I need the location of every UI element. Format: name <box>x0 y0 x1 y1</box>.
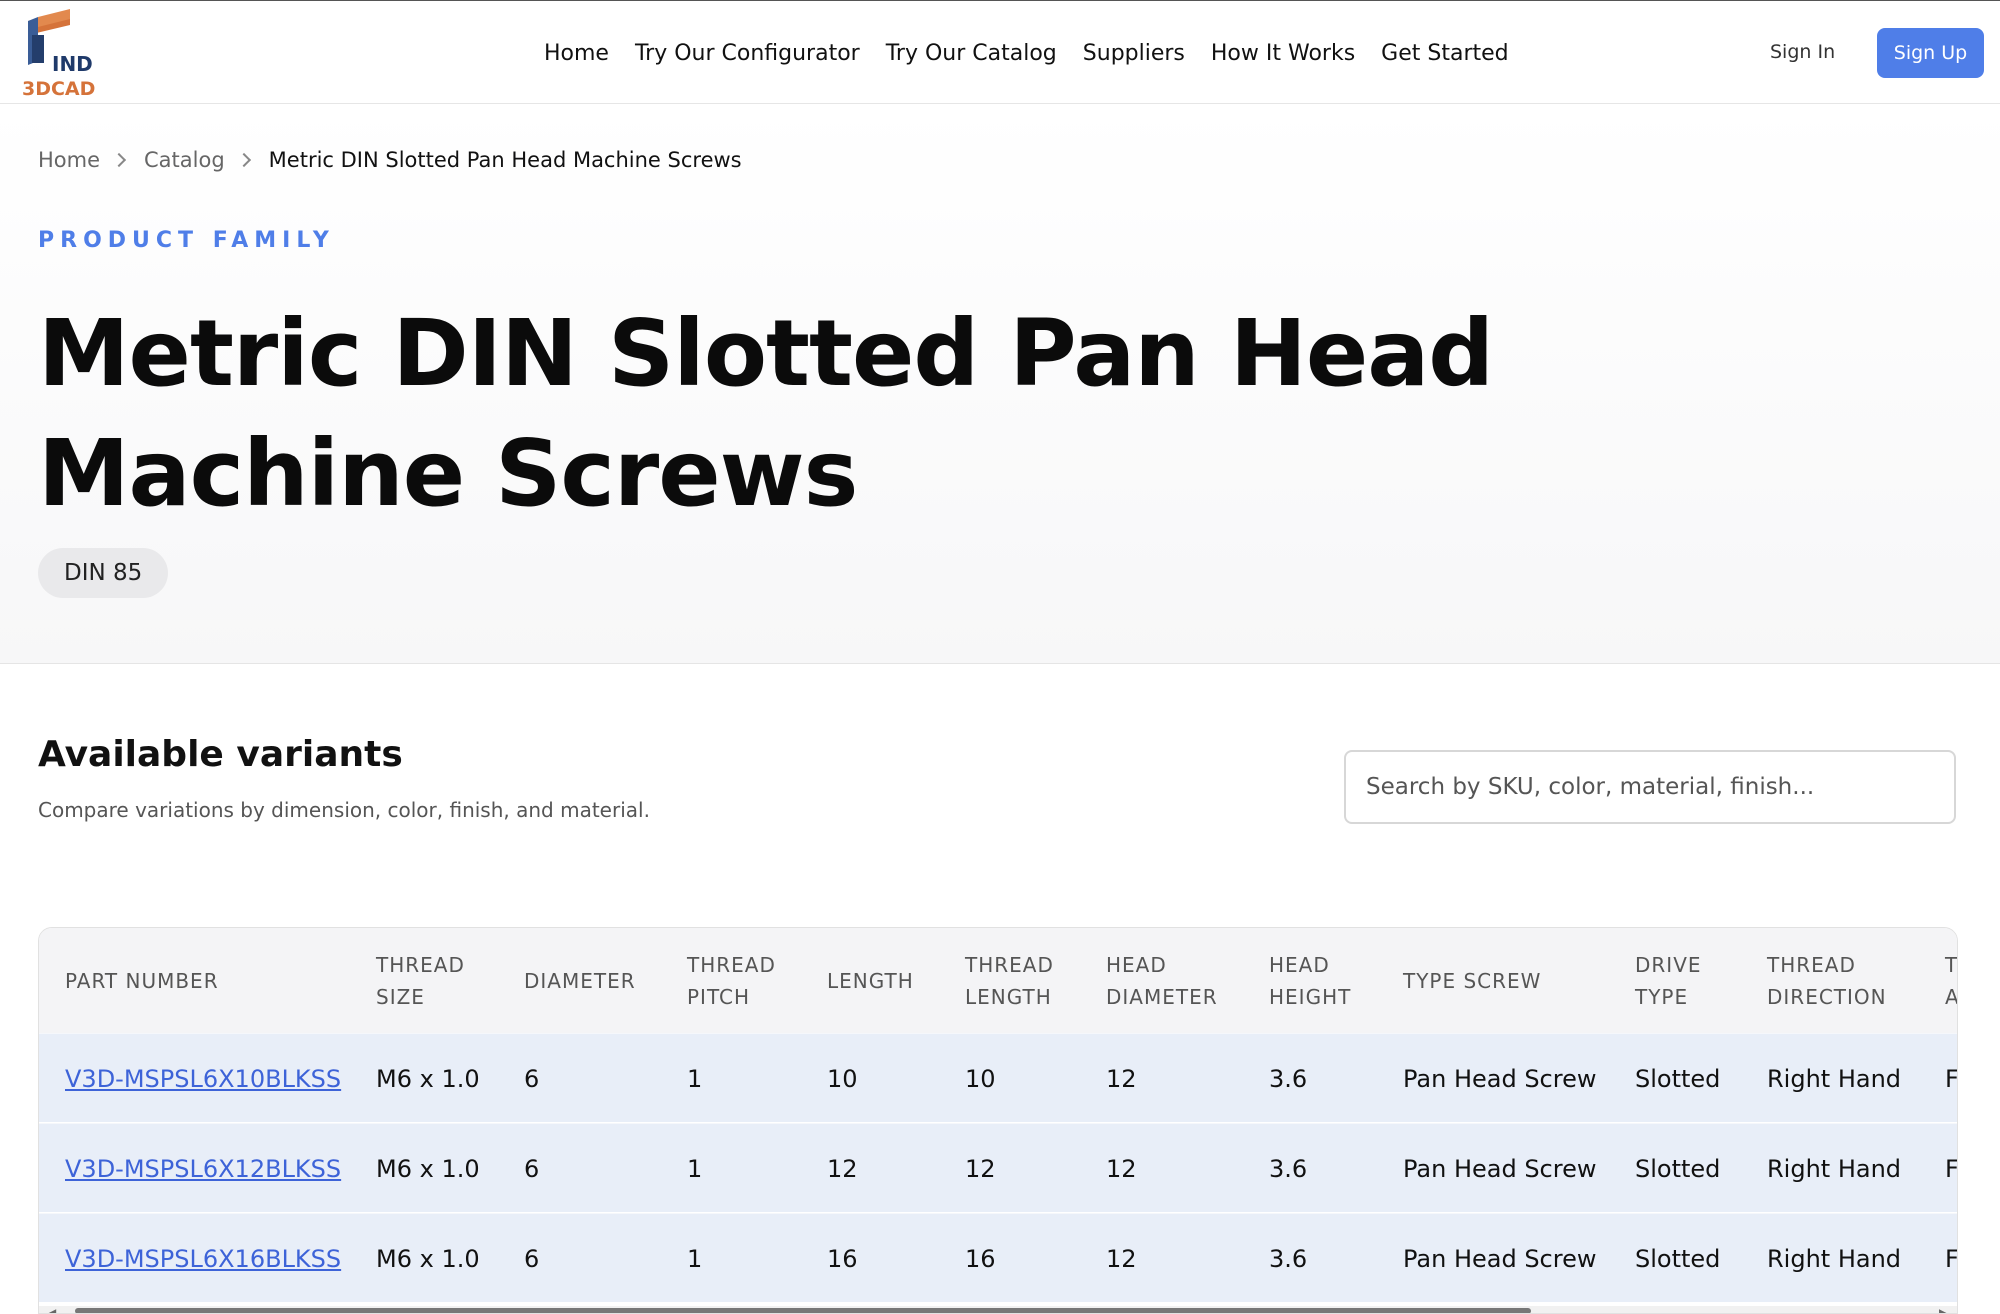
variant-search-input[interactable] <box>1344 750 1956 824</box>
col-truncated[interactable]: T A <box>1945 928 1957 1033</box>
variants-subtitle: Compare variations by dimension, color, … <box>38 798 650 822</box>
cell-thread-length: 10 <box>965 1064 996 1093</box>
sign-in-link[interactable]: Sign In <box>1770 41 1835 63</box>
cell-head-diameter: 12 <box>1106 1154 1137 1183</box>
main-nav: Home Try Our Configurator Try Our Catalo… <box>544 41 1509 66</box>
svg-text:IND: IND <box>52 52 93 76</box>
cell-diameter: 6 <box>524 1244 540 1273</box>
cell-head-diameter: 12 <box>1106 1244 1137 1273</box>
cell-type-screw: Pan Head Screw <box>1403 1064 1597 1093</box>
col-head-diameter[interactable]: HEAD DIAMETER <box>1106 928 1218 1033</box>
breadcrumb-current: Metric DIN Slotted Pan Head Machine Scre… <box>268 148 742 172</box>
nav-how-it-works[interactable]: How It Works <box>1211 41 1355 66</box>
table-header: PART NUMBER THREAD SIZE DIAMETER THREAD … <box>39 928 1957 1033</box>
cell-thread-direction: Right Hand <box>1767 1244 1902 1273</box>
cell-thread-pitch: 1 <box>687 1064 703 1093</box>
cell-truncated: F <box>1945 1154 1958 1183</box>
top-navigation-bar: IND 3DCAD Home Try Our Configurator Try … <box>0 0 2000 104</box>
find3dcad-logo[interactable]: IND 3DCAD <box>22 7 132 99</box>
svg-text:3DCAD: 3DCAD <box>22 78 95 99</box>
cell-drive-type: Slotted <box>1635 1064 1721 1093</box>
cell-drive-type: Slotted <box>1635 1154 1721 1183</box>
cell-type-screw: Pan Head Screw <box>1403 1154 1597 1183</box>
cell-head-height: 3.6 <box>1269 1064 1308 1093</box>
breadcrumb-home[interactable]: Home <box>38 148 100 172</box>
cell-length: 16 <box>827 1244 858 1273</box>
breadcrumb: Home Catalog Metric DIN Slotted Pan Head… <box>38 148 742 172</box>
cell-thread-direction: Right Hand <box>1767 1154 1902 1183</box>
product-family-label: PRODUCT FAMILY <box>38 228 335 253</box>
nav-get-started[interactable]: Get Started <box>1381 41 1508 66</box>
page-title: Metric DIN Slotted Pan Head Machine Scre… <box>38 300 1494 527</box>
cell-type-screw: Pan Head Screw <box>1403 1244 1597 1273</box>
cell-truncated: F <box>1945 1244 1958 1273</box>
product-hero: Home Catalog Metric DIN Slotted Pan Head… <box>0 104 2000 664</box>
col-type-screw[interactable]: TYPE SCREW <box>1403 928 1541 1033</box>
part-number-link[interactable]: V3D-MSPSL6X10BLKSS <box>65 1034 341 1123</box>
cell-truncated: F <box>1945 1064 1958 1093</box>
col-thread-size[interactable]: THREAD SIZE <box>376 928 465 1033</box>
cell-thread-pitch: 1 <box>687 1154 703 1183</box>
col-length[interactable]: LENGTH <box>827 928 914 1033</box>
cell-drive-type: Slotted <box>1635 1244 1721 1273</box>
cell-thread-length: 12 <box>965 1154 996 1183</box>
breadcrumb-catalog[interactable]: Catalog <box>144 148 225 172</box>
variants-title: Available variants <box>38 734 403 775</box>
part-number-link[interactable]: V3D-MSPSL6X12BLKSS <box>65 1124 341 1213</box>
cell-length: 10 <box>827 1064 858 1093</box>
sign-up-button[interactable]: Sign Up <box>1877 28 1984 78</box>
part-number-link[interactable]: V3D-MSPSL6X16BLKSS <box>65 1214 341 1303</box>
scroll-right-arrow-icon[interactable]: ▶ <box>1939 1306 1948 1313</box>
scroll-left-arrow-icon[interactable]: ◀ <box>47 1306 56 1313</box>
table-row: V3D-MSPSL6X10BLKSS M6 x 1.0 6 1 10 10 12… <box>39 1033 1958 1123</box>
cell-thread-length: 16 <box>965 1244 996 1273</box>
col-diameter[interactable]: DIAMETER <box>524 928 636 1033</box>
cell-thread-size: M6 x 1.0 <box>376 1154 480 1183</box>
cell-thread-size: M6 x 1.0 <box>376 1244 480 1273</box>
variants-table: PART NUMBER THREAD SIZE DIAMETER THREAD … <box>38 927 1958 1314</box>
col-thread-pitch[interactable]: THREAD PITCH <box>687 928 776 1033</box>
nav-suppliers[interactable]: Suppliers <box>1083 41 1185 66</box>
chevron-right-icon <box>111 152 127 168</box>
col-thread-direction[interactable]: THREAD DIRECTION <box>1767 928 1887 1033</box>
table-row: V3D-MSPSL6X16BLKSS M6 x 1.0 6 1 16 16 12… <box>39 1213 1958 1303</box>
table-row: V3D-MSPSL6X12BLKSS M6 x 1.0 6 1 12 12 12… <box>39 1123 1958 1213</box>
cell-diameter: 6 <box>524 1154 540 1183</box>
cell-head-height: 3.6 <box>1269 1244 1308 1273</box>
col-head-height[interactable]: HEAD HEIGHT <box>1269 928 1351 1033</box>
chevron-right-icon <box>236 152 251 168</box>
scrollbar-thumb[interactable] <box>75 1308 1531 1313</box>
nav-home[interactable]: Home <box>544 41 609 66</box>
nav-catalog[interactable]: Try Our Catalog <box>886 41 1057 66</box>
cell-length: 12 <box>827 1154 858 1183</box>
cell-head-diameter: 12 <box>1106 1064 1137 1093</box>
nav-configurator[interactable]: Try Our Configurator <box>635 41 860 66</box>
cell-thread-pitch: 1 <box>687 1244 703 1273</box>
cell-thread-size: M6 x 1.0 <box>376 1064 480 1093</box>
cell-thread-direction: Right Hand <box>1767 1064 1902 1093</box>
col-part-number[interactable]: PART NUMBER <box>65 928 219 1033</box>
standard-badge: DIN 85 <box>38 548 169 598</box>
col-thread-length[interactable]: THREAD LENGTH <box>965 928 1054 1033</box>
cell-diameter: 6 <box>524 1064 540 1093</box>
cell-head-height: 3.6 <box>1269 1154 1308 1183</box>
col-drive-type[interactable]: DRIVE TYPE <box>1635 928 1702 1033</box>
